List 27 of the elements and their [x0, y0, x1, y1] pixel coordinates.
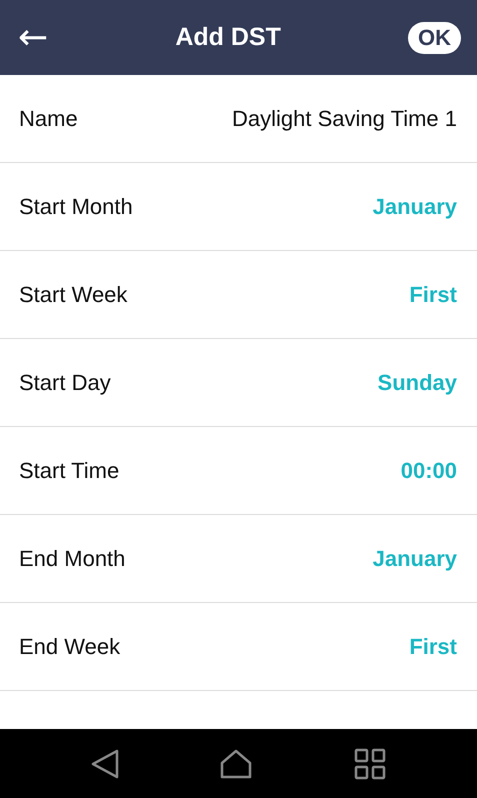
- row-label: End Week: [19, 634, 120, 660]
- row-label: Name: [19, 106, 78, 132]
- row-label: Start Day: [19, 370, 111, 396]
- settings-row[interactable]: End Week First: [0, 603, 477, 691]
- settings-row[interactable]: Start Month January: [0, 163, 477, 251]
- settings-row[interactable]: End Month January: [0, 515, 477, 603]
- apps-icon[interactable]: [354, 748, 386, 780]
- row-label: End Month: [19, 546, 126, 572]
- back-button[interactable]: ←: [18, 20, 48, 56]
- settings-row[interactable]: Start Time 00:00: [0, 427, 477, 515]
- ok-button[interactable]: OK: [408, 22, 461, 54]
- row-value: Sunday: [378, 370, 457, 396]
- row-label: Start Week: [19, 282, 128, 308]
- row-value: First: [409, 634, 457, 660]
- row-value: First: [409, 282, 457, 308]
- settings-row[interactable]: Start Week First: [0, 251, 477, 339]
- settings-row[interactable]: Start Day Sunday: [0, 339, 477, 427]
- back-icon[interactable]: [90, 748, 119, 778]
- row-value: January: [372, 546, 457, 572]
- row-value: 00:00: [400, 458, 457, 484]
- home-icon[interactable]: [220, 748, 252, 778]
- row-label: Start Month: [19, 194, 133, 220]
- row-label: Start Time: [19, 458, 120, 484]
- row-value: January: [372, 194, 457, 220]
- screen-title: Add DST: [175, 23, 281, 52]
- row-value: Daylight Saving Time 1: [232, 106, 457, 132]
- settings-row[interactable]: Name Daylight Saving Time 1: [0, 75, 477, 163]
